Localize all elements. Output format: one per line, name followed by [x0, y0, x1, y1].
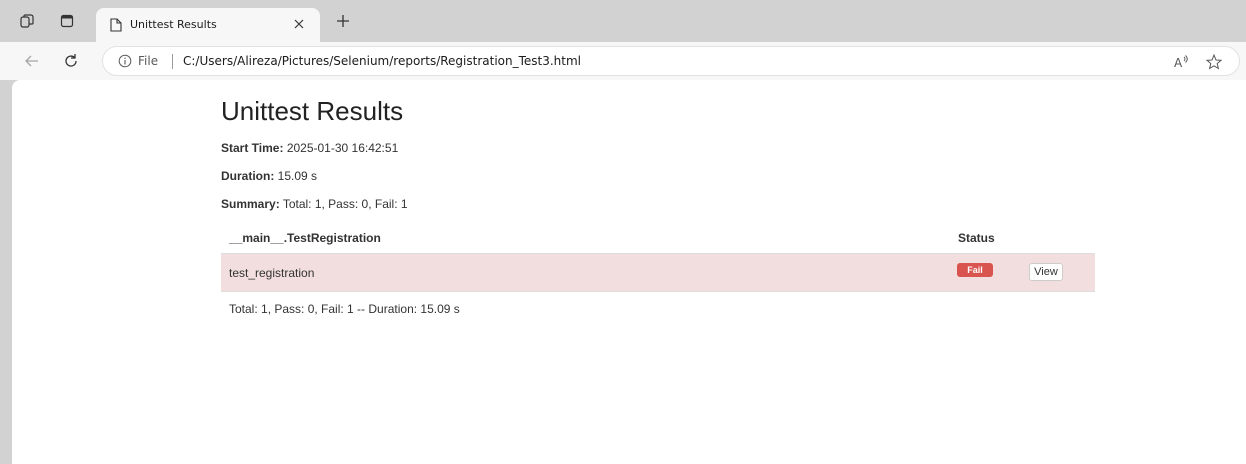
header-status: Status	[958, 231, 995, 245]
tab-strip: Unittest Results	[0, 0, 1246, 42]
back-icon[interactable]	[24, 53, 40, 69]
start-time: Start Time: 2025-01-30 16:42:51	[221, 141, 398, 155]
active-tab[interactable]: Unittest Results	[96, 8, 320, 42]
browser-toolbar: File C:/Users/Alireza/Pictures/Selenium/…	[0, 42, 1246, 80]
summary-label: Summary:	[221, 197, 280, 211]
address-url[interactable]: C:/Users/Alireza/Pictures/Selenium/repor…	[183, 54, 581, 68]
info-icon[interactable]	[118, 54, 132, 68]
address-separator	[172, 54, 173, 69]
page-content: Unittest Results Start Time: 2025-01-30 …	[12, 80, 1246, 464]
test-name: test_registration	[229, 266, 315, 280]
reload-icon[interactable]	[62, 52, 80, 70]
summary: Summary: Total: 1, Pass: 0, Fail: 1	[221, 197, 408, 211]
page-icon	[110, 18, 122, 32]
duration: Duration: 15.09 s	[221, 169, 317, 183]
tab-actions-icon[interactable]	[60, 14, 74, 28]
start-time-value: 2025-01-30 16:42:51	[286, 141, 399, 155]
header-test-class: __main__.TestRegistration	[229, 231, 381, 245]
table-row: test_registration Fail View	[221, 254, 1095, 292]
svg-text:A: A	[1174, 56, 1183, 70]
view-button[interactable]: View	[1029, 263, 1063, 281]
read-aloud-icon[interactable]: A	[1173, 54, 1189, 70]
address-bar[interactable]: File C:/Users/Alireza/Pictures/Selenium/…	[102, 46, 1240, 76]
favorite-star-icon[interactable]	[1205, 53, 1223, 71]
results-table-header: __main__.TestRegistration Status	[221, 222, 1095, 254]
new-tab-icon[interactable]	[335, 13, 351, 29]
start-time-label: Start Time:	[221, 141, 284, 155]
workspaces-icon[interactable]	[20, 14, 34, 28]
duration-label: Duration:	[221, 169, 275, 183]
duration-value: 15.09 s	[277, 169, 318, 183]
address-scheme-label: File	[138, 54, 159, 68]
close-icon[interactable]	[292, 17, 306, 31]
status-badge: Fail	[957, 263, 993, 277]
summary-value: Total: 1, Pass: 0, Fail: 1	[282, 197, 408, 211]
footer-summary: Total: 1, Pass: 0, Fail: 1 -- Duration: …	[229, 302, 460, 316]
page-title: Unittest Results	[221, 96, 404, 126]
tab-title: Unittest Results	[130, 18, 217, 31]
